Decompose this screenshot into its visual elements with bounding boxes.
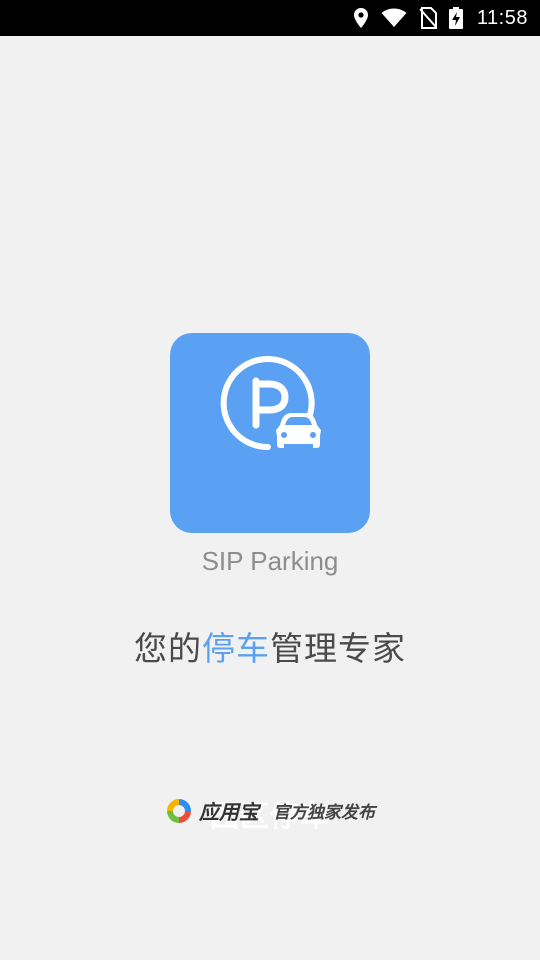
status-time: 11:58 — [476, 6, 528, 29]
store-badge: 应用宝 官方独家发布 — [0, 796, 540, 825]
slogan-part1: 您的 — [134, 629, 202, 668]
slogan: 您的停车管理专家 — [0, 622, 540, 670]
store-name: 应用宝 — [199, 800, 259, 824]
wifi-icon — [381, 8, 407, 28]
parking-car-icon — [220, 356, 321, 451]
no-sim-icon — [419, 7, 437, 29]
slogan-highlight: 停车 — [202, 629, 270, 668]
yingyongbao-logo-icon — [167, 798, 191, 823]
app-logo: 园区停车 — [170, 333, 370, 833]
store-publish-text: 官方独家发布 — [273, 803, 375, 823]
status-bar: 11:58 — [0, 0, 540, 36]
battery-charging-icon — [448, 7, 463, 29]
splash-screen: 11:58 园区停车 SIP Parking 您的停车管理专家 应用宝 官方独家… — [0, 0, 540, 960]
location-icon — [353, 7, 369, 29]
app-name: SIP Parking — [201, 546, 339, 576]
slogan-part2: 管理专家 — [270, 629, 406, 668]
